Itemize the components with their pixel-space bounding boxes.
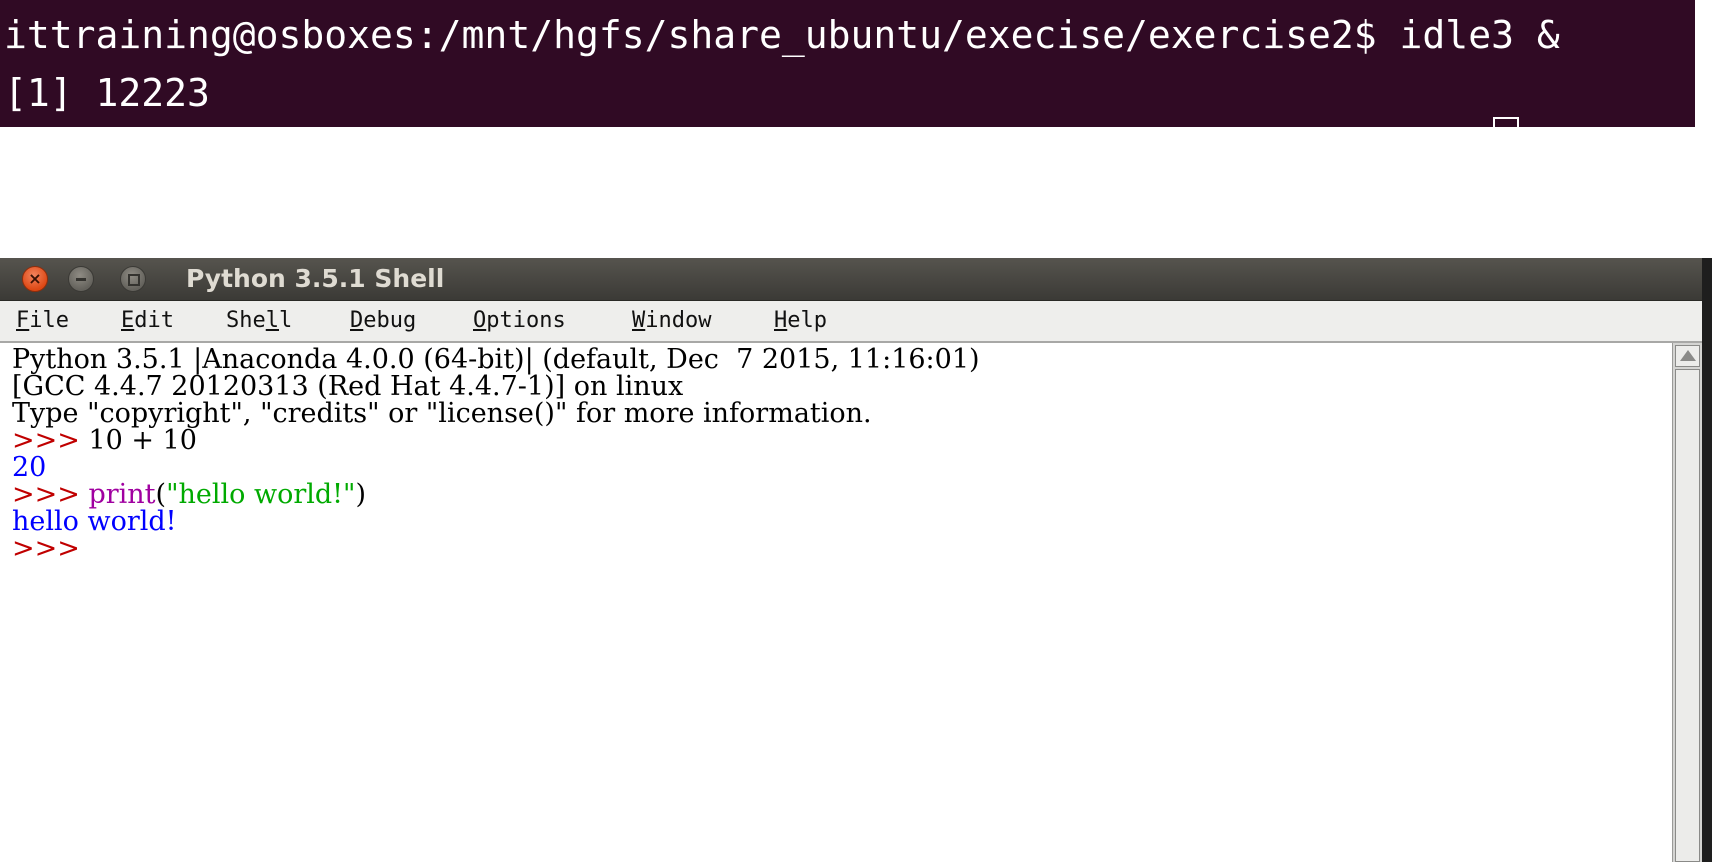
menu-help-rest: elp <box>787 308 827 333</box>
menu-shell[interactable]: Shell <box>226 307 292 335</box>
menu-options-rest: ptions <box>486 308 566 333</box>
close-glyph: × <box>28 269 42 288</box>
menu-help-accel: H <box>774 308 788 333</box>
menu-file[interactable]: File <box>16 307 69 335</box>
menu-options[interactable]: Options <box>473 307 566 335</box>
output-line-2: hello world! <box>12 506 177 537</box>
terminal-window: ittraining@osboxes:/mnt/hgfs/share_ubunt… <box>0 0 1695 127</box>
window-border <box>1702 258 1712 862</box>
menu-shell-pre: She <box>226 308 266 333</box>
shell-prompt: >>> <box>12 533 80 564</box>
vertical-scrollbar[interactable] <box>1672 343 1702 862</box>
menu-file-accel: F <box>16 308 30 333</box>
banner-line-2: [GCC 4.4.7 20120313 (Red Hat 4.4.7-1)] o… <box>12 371 684 402</box>
menu-window[interactable]: Window <box>632 307 711 335</box>
maximize-icon[interactable] <box>120 266 146 292</box>
menu-debug[interactable]: Debug <box>350 307 416 335</box>
idle-shell-window: × Python 3.5.1 Shell File Edit Shell Deb… <box>0 258 1712 862</box>
terminal-job-line: [1] 12223 <box>4 71 210 115</box>
scroll-thumb[interactable] <box>1675 369 1700 862</box>
input-line-3: >>> <box>12 535 80 563</box>
title-bar[interactable]: × Python 3.5.1 Shell <box>0 258 1702 301</box>
command-text: 10 + 10 <box>79 425 197 456</box>
menu-window-rest: indow <box>645 308 712 333</box>
menu-options-accel: O <box>473 308 487 333</box>
menu-help[interactable]: Help <box>774 307 827 335</box>
menu-window-accel: W <box>632 308 646 333</box>
menu-debug-accel: D <box>350 308 364 333</box>
menu-edit-accel: E <box>121 308 135 333</box>
input-line-1: >>> 10 + 10 <box>12 427 197 455</box>
menu-edit[interactable]: Edit <box>121 307 174 335</box>
menu-file-rest: ile <box>29 308 69 333</box>
string-literal: "hello world!" <box>166 479 356 510</box>
menu-edit-rest: dit <box>134 308 174 333</box>
menu-bar: File Edit Shell Debug Options Window Hel… <box>0 301 1702 343</box>
banner-line-3: Type "copyright", "credits" or "license(… <box>12 398 872 429</box>
terminal-cursor <box>1493 117 1519 127</box>
scroll-up-arrow-icon[interactable] <box>1675 345 1700 367</box>
menu-debug-rest: ebug <box>363 308 417 333</box>
window-title: Python 3.5.1 Shell <box>186 264 445 293</box>
terminal-command-line: ittraining@osboxes:/mnt/hgfs/share_ubunt… <box>4 13 1560 57</box>
paren-close: ) <box>355 479 366 510</box>
banner-line-1: Python 3.5.1 |Anaconda 4.0.0 (64-bit)| (… <box>12 344 980 375</box>
close-icon[interactable]: × <box>22 266 48 292</box>
menu-shell-accel: l <box>265 308 279 333</box>
shell-text-area[interactable]: Python 3.5.1 |Anaconda 4.0.0 (64-bit)| (… <box>0 343 1672 862</box>
menu-shell-rest: l <box>279 308 293 333</box>
minimize-icon[interactable] <box>68 266 94 292</box>
output-line-1: 20 <box>12 452 47 483</box>
input-line-2: >>> print("hello world!") <box>12 481 366 509</box>
